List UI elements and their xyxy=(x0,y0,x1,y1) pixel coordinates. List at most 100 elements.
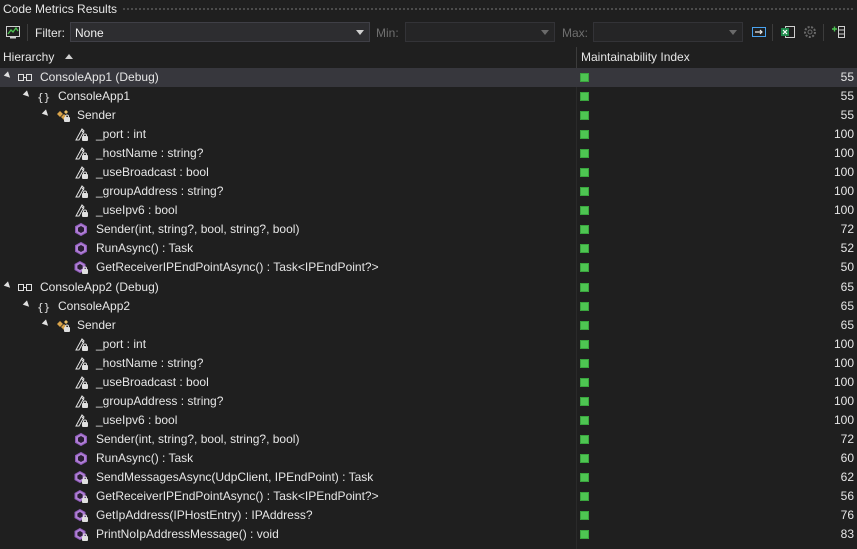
expand-toggle-icon[interactable] xyxy=(3,280,13,290)
method-row[interactable]: RunAsync() : Task 60 xyxy=(0,449,857,468)
maintainability-indicator-icon xyxy=(580,282,589,292)
toolbar-separator xyxy=(27,24,28,41)
field-row[interactable]: _port : int 100 xyxy=(0,125,857,144)
method-row[interactable]: Sender(int, string?, bool, string?, bool… xyxy=(0,220,857,239)
namespace-row[interactable]: {} ConsoleApp2 65 xyxy=(0,297,857,316)
private-field-icon xyxy=(73,356,89,371)
method-row[interactable]: Sender(int, string?, bool, string?, bool… xyxy=(0,430,857,449)
project-row[interactable]: ConsoleApp1 (Debug) 55 xyxy=(0,68,857,88)
maintainability-value: 100 xyxy=(833,165,854,180)
settings-gear-icon[interactable] xyxy=(802,24,818,40)
add-column-icon[interactable] xyxy=(831,24,847,40)
maintainability-value: 100 xyxy=(833,374,854,389)
row-name: GetIpAddress(IPHostEntry) : IPAddress? xyxy=(96,508,313,523)
maintainability-column-header[interactable]: Maintainability Index xyxy=(581,50,690,64)
row-name: _useBroadcast : bool xyxy=(96,374,209,389)
drag-grip[interactable] xyxy=(122,7,853,12)
field-row[interactable]: _useBroadcast : bool 100 xyxy=(0,163,857,182)
expand-toggle-icon[interactable] xyxy=(22,90,32,99)
maintainability-indicator-icon xyxy=(580,358,589,368)
field-row[interactable]: _port : int 100 xyxy=(0,335,857,354)
maintainability-value: 100 xyxy=(833,393,854,408)
filter-label: Filter: xyxy=(35,26,65,40)
method-icon xyxy=(73,241,89,256)
chevron-down-icon xyxy=(541,30,549,35)
maintainability-value: 52 xyxy=(840,241,854,256)
maintainability-indicator-icon xyxy=(580,396,589,406)
class-row[interactable]: Sender 65 xyxy=(0,316,857,335)
maintainability-indicator-icon xyxy=(580,187,589,197)
private-field-icon xyxy=(73,165,89,180)
method-row[interactable]: RunAsync() : Task 52 xyxy=(0,239,857,258)
row-name: GetReceiverIPEndPointAsync() : Task<IPEn… xyxy=(96,260,379,275)
column-header: Hierarchy Maintainability Index xyxy=(0,47,857,69)
private-method-row[interactable]: SendMessagesAsync(UdpClient, IPEndPoint)… xyxy=(0,468,857,487)
expand-toggle-icon[interactable] xyxy=(3,71,13,80)
maintainability-indicator-icon xyxy=(580,511,589,521)
hierarchy-column-header[interactable]: Hierarchy xyxy=(3,50,54,64)
field-row[interactable]: _hostName : string? 100 xyxy=(0,144,857,163)
row-name: RunAsync() : Task xyxy=(96,241,194,256)
maintainability-value: 100 xyxy=(833,127,854,142)
private-method-row[interactable]: GetReceiverIPEndPointAsync() : Task<IPEn… xyxy=(0,258,857,277)
private-field-icon xyxy=(73,203,89,218)
maintainability-indicator-icon xyxy=(580,453,589,463)
column-divider[interactable] xyxy=(576,47,577,68)
maintainability-indicator-icon xyxy=(580,415,589,425)
toolbar: Filter: None Min: Max: xyxy=(0,19,857,46)
private-field-icon xyxy=(73,337,89,352)
expand-toggle-icon[interactable] xyxy=(41,318,51,328)
expand-toggle-icon[interactable] xyxy=(41,109,51,118)
row-name: _port : int xyxy=(96,336,147,351)
maintainability-value: 100 xyxy=(833,336,854,351)
maintainability-value: 65 xyxy=(840,298,854,313)
row-name: ConsoleApp2 xyxy=(58,298,131,313)
private-method-icon xyxy=(73,470,89,485)
private-method-row[interactable]: GetIpAddress(IPHostEntry) : IPAddress? 76 xyxy=(0,506,857,525)
field-row[interactable]: _useIpv6 : bool 100 xyxy=(0,411,857,430)
maintainability-indicator-icon xyxy=(580,206,589,216)
maintainability-indicator-icon xyxy=(580,168,589,178)
calculate-metrics-icon[interactable] xyxy=(5,24,21,40)
maintainability-value: 50 xyxy=(840,260,854,275)
private-method-row[interactable]: GetReceiverIPEndPointAsync() : Task<IPEn… xyxy=(0,487,857,506)
row-name: _groupAddress : string? xyxy=(96,184,224,199)
apply-filter-icon[interactable] xyxy=(751,24,767,40)
field-row[interactable]: _hostName : string? 100 xyxy=(0,354,857,373)
max-dropdown[interactable] xyxy=(593,22,743,42)
field-row[interactable]: _useIpv6 : bool 100 xyxy=(0,201,857,220)
row-name: GetReceiverIPEndPointAsync() : Task<IPEn… xyxy=(96,489,379,504)
toolbar-separator xyxy=(772,24,773,41)
class-row[interactable]: Sender 55 xyxy=(0,106,857,125)
namespace-row[interactable]: {} ConsoleApp1 55 xyxy=(0,87,857,106)
row-name: ConsoleApp1 xyxy=(58,89,131,104)
project-row[interactable]: ConsoleApp2 (Debug) 65 xyxy=(0,278,857,297)
maintainability-value: 55 xyxy=(840,108,854,123)
chevron-down-icon xyxy=(356,30,364,35)
private-method-row[interactable]: PrintNoIpAddressMessage() : void 83 xyxy=(0,525,857,544)
filter-dropdown[interactable]: None xyxy=(70,22,370,42)
row-name: Sender(int, string?, bool, string?, bool… xyxy=(96,431,300,446)
maintainability-indicator-icon xyxy=(580,73,589,82)
maintainability-value: 72 xyxy=(840,431,854,446)
private-method-icon xyxy=(73,508,89,523)
private-method-icon xyxy=(73,527,89,542)
class-icon xyxy=(55,108,71,123)
maintainability-value: 72 xyxy=(840,222,854,237)
export-excel-icon[interactable] xyxy=(780,24,796,40)
row-name: ConsoleApp2 (Debug) xyxy=(40,279,159,294)
maintainability-value: 55 xyxy=(840,70,854,84)
min-dropdown[interactable] xyxy=(405,22,555,42)
field-row[interactable]: _groupAddress : string? 100 xyxy=(0,392,857,411)
field-row[interactable]: _useBroadcast : bool 100 xyxy=(0,373,857,392)
maintainability-indicator-icon xyxy=(580,149,589,159)
row-name: RunAsync() : Task xyxy=(96,450,194,465)
maintainability-value: 65 xyxy=(840,279,854,294)
maintainability-indicator-icon xyxy=(580,492,589,502)
svg-text:{}: {} xyxy=(37,91,50,104)
namespace-icon: {} xyxy=(36,299,52,314)
expand-toggle-icon[interactable] xyxy=(22,299,32,309)
field-row[interactable]: _groupAddress : string? 100 xyxy=(0,182,857,201)
private-method-icon xyxy=(73,260,89,275)
private-method-icon xyxy=(73,489,89,504)
